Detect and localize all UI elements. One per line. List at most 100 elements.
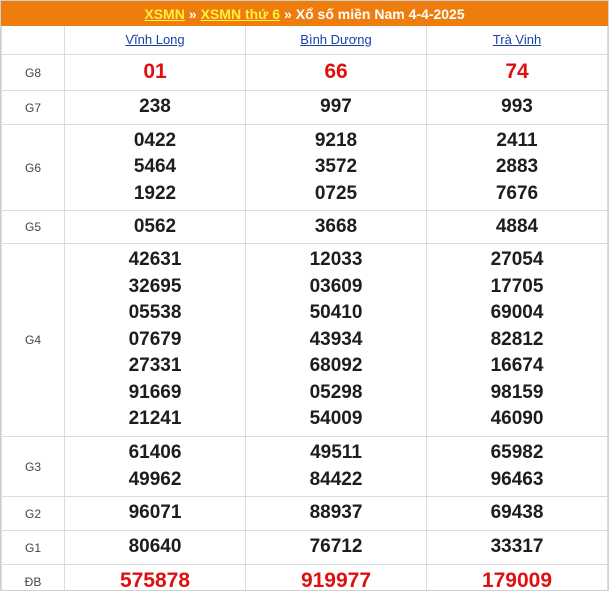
prize-number: 16674: [490, 355, 544, 377]
province-link-vinh-long[interactable]: Vĩnh Long: [125, 32, 184, 47]
province-header-row: Vĩnh Long Bình Dương Trà Vinh: [1, 26, 608, 55]
prize-cell: 69438: [426, 496, 608, 531]
prize-number: 88937: [309, 502, 363, 524]
breadcrumb-link-xsmn[interactable]: XSMN: [144, 6, 184, 22]
prize-cell: 997: [245, 90, 427, 125]
prize-cell: 2411 2883 7676: [426, 124, 608, 211]
prize-number: 76712: [309, 536, 363, 558]
prize-cell: 49511 84422: [245, 436, 427, 497]
prize-cell: 0562: [64, 210, 246, 244]
prize-cell: 919977: [245, 564, 427, 591]
prize-number: 46090: [490, 408, 544, 430]
prize-number: 98159: [490, 381, 544, 403]
page-title: Xổ số miền Nam 4-4-2025: [295, 5, 465, 22]
prize-cell: 575878: [64, 564, 246, 591]
prize-cell: 42631 32695 05538 07679 27331 91669 21241: [64, 243, 246, 437]
prize-number: 0725: [314, 182, 358, 204]
prize-label: ĐB: [1, 564, 65, 590]
prize-number: 21241: [128, 408, 182, 430]
breadcrumb-separator: »: [283, 5, 292, 22]
prize-number: 49962: [128, 468, 182, 490]
prize-cell: 179009: [426, 564, 608, 591]
prize-cell: 74: [426, 54, 608, 91]
prize-number: 84422: [309, 468, 363, 490]
prize-label: G5: [1, 210, 65, 244]
province-cell: Trà Vinh: [426, 26, 608, 55]
prize-number: 238: [139, 96, 171, 118]
prize-number: 69438: [490, 502, 544, 524]
prize-number: 01: [143, 60, 167, 84]
prize-cell: 66: [245, 54, 427, 91]
prize-cell: 4884: [426, 210, 608, 244]
prize-cell: 33317: [426, 530, 608, 565]
prize-cell: 12033 03609 50410 43934 68092 05298 54009: [245, 243, 427, 437]
prize-number: 54009: [309, 408, 363, 430]
breadcrumb-link-xsmn-friday[interactable]: XSMN thứ 6: [201, 6, 280, 22]
prize-cell: 993: [426, 90, 608, 125]
province-link-binh-duong[interactable]: Bình Dương: [300, 32, 371, 47]
prize-number: 96071: [128, 502, 182, 524]
prize-number: 17705: [490, 275, 544, 297]
prize-number: 2883: [495, 156, 539, 178]
prize-number: 65982: [490, 442, 544, 463]
prize-row-g2: G2 96071 88937 69438: [1, 496, 608, 531]
prize-cell: 3668: [245, 210, 427, 244]
prize-number: 3668: [314, 215, 358, 237]
prize-number: 919977: [300, 569, 372, 591]
prize-cell: 96071: [64, 496, 246, 531]
prize-label: G3: [1, 436, 65, 497]
prize-number: 42631: [128, 249, 182, 271]
prize-label: G8: [1, 54, 65, 91]
prize-cell: 0422 5464 1922: [64, 124, 246, 211]
empty-corner-cell: [1, 26, 65, 55]
prize-number: 61406: [128, 442, 182, 463]
prize-number: 997: [320, 96, 352, 118]
prize-row-đb: ĐB 575878 919977 179009: [1, 564, 608, 591]
prize-row-g4: G4 42631 32695 05538 07679 27331 91669 21241 120…: [1, 243, 608, 437]
prize-row-g1: G1 80640 76712 33317: [1, 530, 608, 565]
prize-number: 575878: [119, 569, 191, 591]
province-link-tra-vinh[interactable]: Trà Vinh: [493, 32, 541, 47]
prize-number: 50410: [309, 302, 363, 324]
prize-cell: 65982 96463: [426, 436, 608, 497]
prize-number: 179009: [481, 569, 553, 591]
lottery-results-panel: XSMN » XSMN thứ 6 » Xổ số miền Nam 4-4-2…: [0, 0, 609, 591]
prize-cell: 27054 17705 69004 82812 16674 98159 46090: [426, 243, 608, 437]
prize-row-g5: G5 0562 3668 4884: [1, 210, 608, 244]
prize-number: 91669: [128, 381, 182, 403]
breadcrumb: XSMN » XSMN thứ 6 » Xổ số miền Nam 4-4-2…: [1, 1, 608, 26]
prize-number: 49511: [310, 442, 362, 463]
prize-number: 80640: [128, 536, 182, 558]
prize-number: 69004: [490, 302, 544, 324]
prize-row-g3: G3 61406 49962 49511 84422 65982 96463: [1, 436, 608, 497]
prize-number: 27331: [128, 355, 182, 377]
prize-number: 0422: [133, 129, 177, 151]
prize-number: 33317: [490, 536, 544, 558]
prize-number: 96463: [490, 468, 544, 490]
prize-number: 5464: [133, 156, 177, 178]
prize-number: 12033: [309, 249, 363, 271]
province-cell: Bình Dương: [245, 26, 427, 55]
prize-row-g7: G7 238 997 993: [1, 90, 608, 125]
prize-number: 9218: [314, 129, 358, 151]
prize-label: G7: [1, 90, 65, 125]
province-cell: Vĩnh Long: [64, 26, 246, 55]
prize-cell: 61406 49962: [64, 436, 246, 497]
prize-number: 7676: [495, 182, 539, 204]
prize-number: 07679: [128, 328, 182, 350]
prize-label: G6: [1, 124, 65, 211]
prize-cell: 80640: [64, 530, 246, 565]
prize-number: 66: [324, 60, 348, 84]
results-table: Vĩnh Long Bình Dương Trà Vinh G8 01 66 74 G7…: [1, 26, 608, 591]
prize-cell: 9218 3572 0725: [245, 124, 427, 211]
prize-number: 4884: [495, 215, 539, 237]
prize-number: 82812: [490, 328, 544, 350]
prize-number: 1922: [133, 182, 177, 204]
prize-number: 32695: [128, 275, 182, 297]
prize-number: 0562: [133, 215, 177, 237]
prize-number: 05298: [309, 381, 363, 403]
prize-number: 03609: [309, 275, 363, 297]
prize-number: 993: [501, 96, 533, 118]
prize-number: 2411: [496, 129, 538, 151]
prize-label: G2: [1, 496, 65, 531]
